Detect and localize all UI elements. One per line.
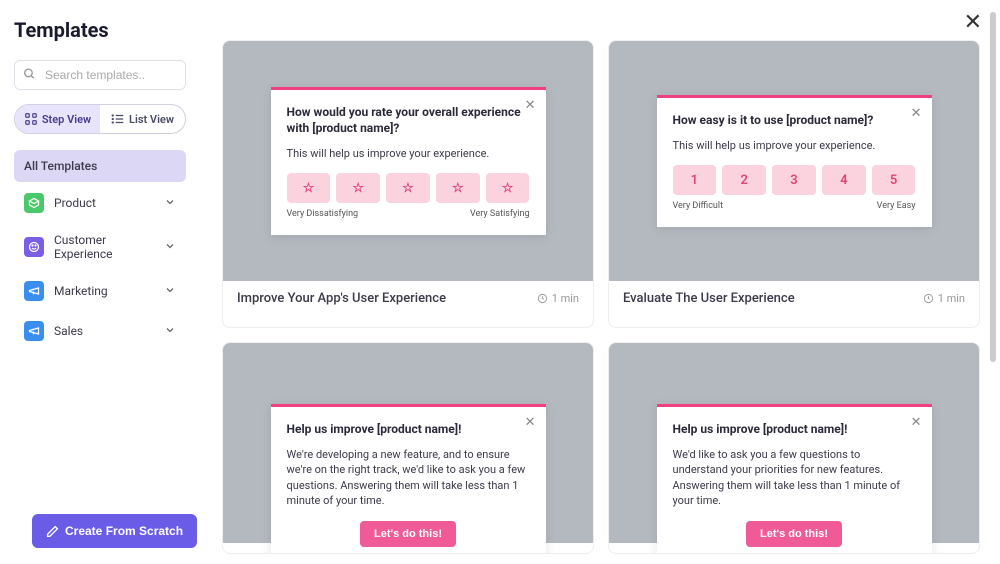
scale-labels: Very Dissatisfying Very Satisfying bbox=[287, 209, 530, 219]
category-all-templates[interactable]: All Templates bbox=[14, 150, 186, 182]
create-button-label: Create From Scratch bbox=[65, 524, 183, 538]
survey-heading: How would you rate your overall experien… bbox=[287, 104, 530, 136]
category-label: Customer Experience bbox=[54, 233, 164, 261]
template-card[interactable]: ✕ Help us improve [product name]! We'd l… bbox=[608, 342, 980, 555]
template-card[interactable]: ✕ How easy is it to use [product name]? … bbox=[608, 40, 980, 328]
number-rating: 1 2 3 4 5 bbox=[673, 165, 916, 195]
template-card[interactable]: ✕ How would you rate your overall experi… bbox=[222, 40, 594, 328]
scale-high: Very Easy bbox=[877, 201, 916, 211]
category-label: Marketing bbox=[54, 284, 108, 298]
star-option: ☆ bbox=[386, 173, 430, 203]
template-card[interactable]: ✕ Help us improve [product name]! We're … bbox=[222, 342, 594, 555]
star-option: ☆ bbox=[287, 173, 331, 203]
survey-cta-button: Let's do this! bbox=[746, 521, 842, 547]
star-option: ☆ bbox=[436, 173, 480, 203]
card-preview: ✕ How easy is it to use [product name]? … bbox=[609, 41, 979, 281]
card-preview: ✕ Help us improve [product name]! We're … bbox=[223, 343, 593, 543]
survey-preview: ✕ How would you rate your overall experi… bbox=[271, 87, 546, 236]
card-preview: ✕ How would you rate your overall experi… bbox=[223, 41, 593, 281]
chevron-down-icon bbox=[164, 240, 176, 255]
card-duration: 1 min bbox=[923, 292, 965, 305]
template-grid: ✕ How would you rate your overall experi… bbox=[222, 40, 980, 564]
survey-subtext: This will help us improve your experienc… bbox=[287, 146, 530, 161]
page-title: Templates bbox=[14, 18, 186, 42]
clock-icon bbox=[537, 293, 548, 304]
megaphone-icon bbox=[24, 321, 44, 341]
chevron-down-icon bbox=[164, 196, 176, 211]
star-rating: ☆ ☆ ☆ ☆ ☆ bbox=[287, 173, 530, 203]
category-label: All Templates bbox=[24, 159, 97, 173]
box-icon bbox=[24, 193, 44, 213]
search-icon bbox=[23, 66, 36, 85]
close-icon[interactable]: ✕ bbox=[964, 10, 982, 35]
rating-option: 4 bbox=[822, 165, 866, 195]
star-option: ☆ bbox=[486, 173, 530, 203]
survey-heading: Help us improve [product name]! bbox=[287, 421, 530, 437]
rating-option: 5 bbox=[872, 165, 916, 195]
card-preview: ✕ Help us improve [product name]! We'd l… bbox=[609, 343, 979, 543]
scale-labels: Very Difficult Very Easy bbox=[673, 201, 916, 211]
smile-icon bbox=[24, 237, 44, 257]
survey-heading: Help us improve [product name]! bbox=[673, 421, 916, 437]
category-customer-experience[interactable]: Customer Experience bbox=[14, 224, 186, 270]
rating-option: 3 bbox=[772, 165, 816, 195]
survey-preview: ✕ Help us improve [product name]! We'd l… bbox=[657, 404, 932, 554]
card-footer: Evaluate The User Experience 1 min bbox=[609, 281, 979, 316]
scale-low: Very Difficult bbox=[673, 201, 724, 211]
create-from-scratch-button[interactable]: Create From Scratch bbox=[32, 514, 197, 548]
scrollbar-thumb[interactable] bbox=[990, 12, 996, 362]
survey-heading: How easy is it to use [product name]? bbox=[673, 112, 916, 128]
card-title: Evaluate The User Experience bbox=[623, 291, 795, 306]
scale-high: Very Satisfying bbox=[470, 209, 530, 219]
card-duration: 1 min bbox=[537, 292, 579, 305]
category-marketing[interactable]: Marketing bbox=[14, 272, 186, 310]
close-icon: ✕ bbox=[525, 415, 536, 430]
card-title: Improve Your App's User Experience bbox=[237, 291, 446, 306]
survey-subtext: This will help us improve your experienc… bbox=[673, 138, 916, 153]
survey-preview: ✕ How easy is it to use [product name]? … bbox=[657, 95, 932, 228]
scale-low: Very Dissatisfying bbox=[287, 209, 359, 219]
survey-preview: ✕ Help us improve [product name]! We're … bbox=[271, 404, 546, 554]
category-label: Product bbox=[54, 196, 96, 210]
survey-subtext: We're developing a new feature, and to e… bbox=[287, 447, 530, 509]
survey-cta-button: Let's do this! bbox=[360, 521, 456, 547]
card-footer: Improve Your App's User Experience 1 min bbox=[223, 281, 593, 316]
pencil-icon bbox=[46, 525, 59, 538]
category-product[interactable]: Product bbox=[14, 184, 186, 222]
survey-subtext: We'd like to ask you a few questions to … bbox=[673, 447, 916, 509]
category-sales[interactable]: Sales bbox=[14, 312, 186, 350]
list-view-label: List View bbox=[129, 113, 174, 126]
rating-option: 1 bbox=[673, 165, 717, 195]
rating-option: 2 bbox=[722, 165, 766, 195]
close-icon: ✕ bbox=[911, 106, 922, 121]
megaphone-icon bbox=[24, 281, 44, 301]
category-label: Sales bbox=[54, 324, 83, 338]
chevron-down-icon bbox=[164, 324, 176, 339]
sidebar: Templates Step View List View All Templa… bbox=[0, 0, 200, 564]
chevron-down-icon bbox=[164, 284, 176, 299]
step-view-label: Step View bbox=[42, 113, 91, 126]
view-toggle: Step View List View bbox=[14, 104, 186, 134]
close-icon: ✕ bbox=[911, 415, 922, 430]
list-view-button[interactable]: List View bbox=[100, 105, 185, 133]
step-view-button[interactable]: Step View bbox=[15, 105, 100, 133]
clock-icon bbox=[923, 293, 934, 304]
close-icon: ✕ bbox=[525, 98, 536, 113]
search-input[interactable] bbox=[14, 60, 186, 90]
star-option: ☆ bbox=[336, 173, 380, 203]
search-wrap bbox=[14, 60, 186, 90]
